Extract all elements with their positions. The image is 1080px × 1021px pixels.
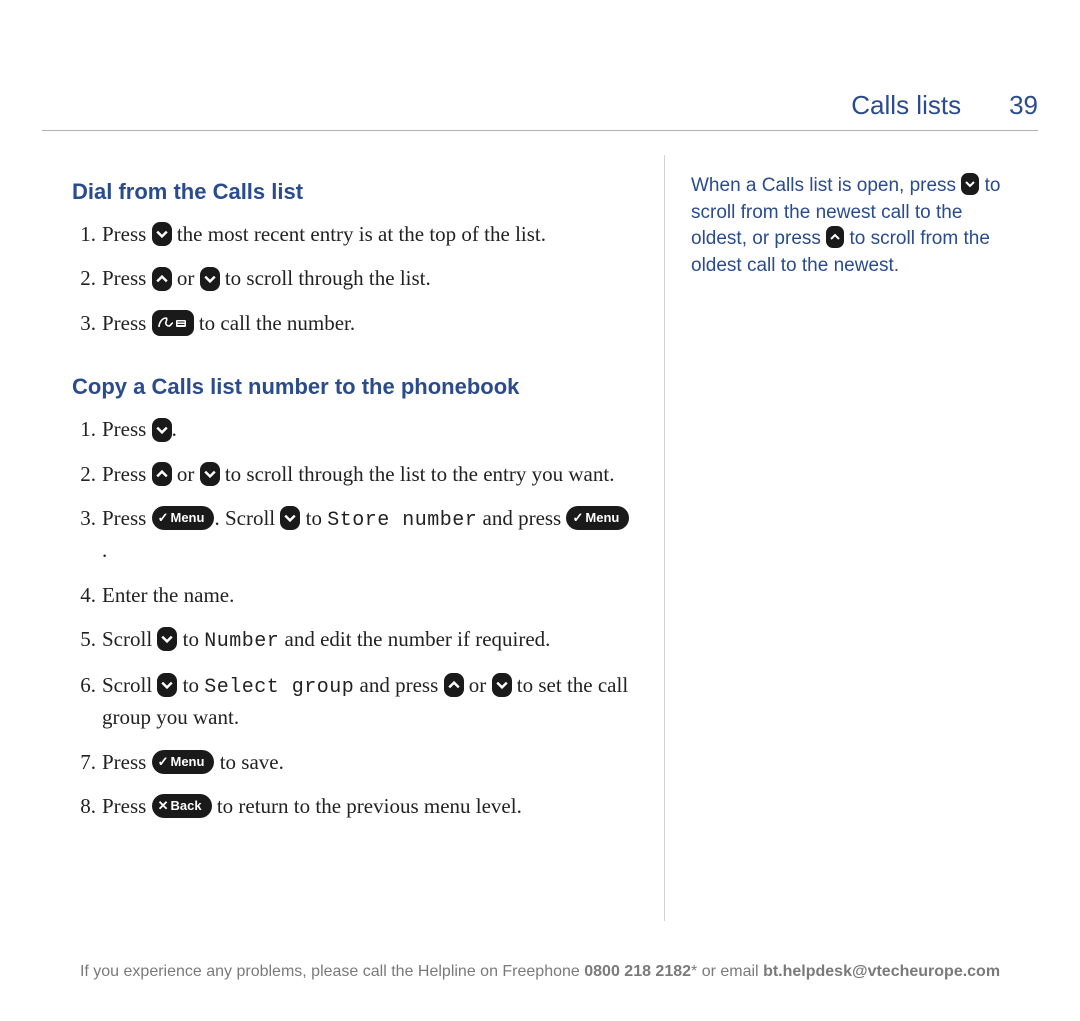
- display-text: Store number: [327, 509, 477, 532]
- menu-button-icon: ✓Menu: [152, 750, 215, 774]
- list-item: 8. Press ✕Back to return to the previous…: [72, 791, 634, 821]
- up-icon: [152, 267, 172, 291]
- dial-steps-list: 1. Press the most recent entry is at the…: [72, 219, 634, 338]
- menu-button-icon: ✓Menu: [566, 506, 629, 530]
- content-columns: Dial from the Calls list 1. Press the mo…: [42, 155, 1038, 921]
- down-icon: [152, 418, 172, 442]
- list-item: 2. Press or to scroll through the list t…: [72, 459, 634, 489]
- sidebar-note: When a Calls list is open, press to scro…: [691, 173, 1022, 279]
- list-item: 3. Press to call the number.: [72, 308, 634, 338]
- up-icon: [444, 673, 464, 697]
- call-icon: [152, 310, 194, 336]
- down-icon: [157, 673, 177, 697]
- list-item: 1. Press .: [72, 414, 634, 444]
- display-text: Select group: [204, 676, 354, 699]
- page-number: 39: [1009, 90, 1038, 121]
- helpline-phone: 0800 218 2182: [584, 963, 691, 980]
- page-footer: If you experience any problems, please c…: [42, 963, 1038, 981]
- down-icon: [961, 173, 979, 195]
- down-icon: [152, 222, 172, 246]
- up-icon: [826, 226, 844, 248]
- list-item: 7. Press ✓Menu to save.: [72, 747, 634, 777]
- down-icon: [200, 267, 220, 291]
- page-header: Calls lists 39: [42, 90, 1038, 133]
- copy-steps-list: 1. Press . 2. Press or to scroll through…: [72, 414, 634, 821]
- list-item: 2. Press or to scroll through the list.: [72, 263, 634, 293]
- up-icon: [152, 462, 172, 486]
- down-icon: [280, 506, 300, 530]
- side-column: When a Calls list is open, press to scro…: [664, 155, 1038, 921]
- section-title-dial: Dial from the Calls list: [72, 179, 634, 205]
- back-button-icon: ✕Back: [152, 794, 212, 818]
- list-item: 4. Enter the name.: [72, 580, 634, 610]
- down-icon: [200, 462, 220, 486]
- display-text: Number: [204, 630, 279, 653]
- main-column: Dial from the Calls list 1. Press the mo…: [42, 155, 664, 921]
- down-icon: [492, 673, 512, 697]
- down-icon: [157, 627, 177, 651]
- list-item: 1. Press the most recent entry is at the…: [72, 219, 634, 249]
- list-item: 5. Scroll to Number and edit the number …: [72, 624, 634, 656]
- section-title-copy: Copy a Calls list number to the phoneboo…: [72, 374, 634, 400]
- header-title: Calls lists: [851, 90, 961, 121]
- header-divider: [42, 130, 1038, 131]
- helpline-email: bt.helpdesk@vtecheurope.com: [763, 963, 1000, 980]
- list-item: 6. Scroll to Select group and press or t…: [72, 670, 634, 732]
- list-item: 3. Press ✓Menu. Scroll to Store number a…: [72, 503, 634, 565]
- menu-button-icon: ✓Menu: [152, 506, 215, 530]
